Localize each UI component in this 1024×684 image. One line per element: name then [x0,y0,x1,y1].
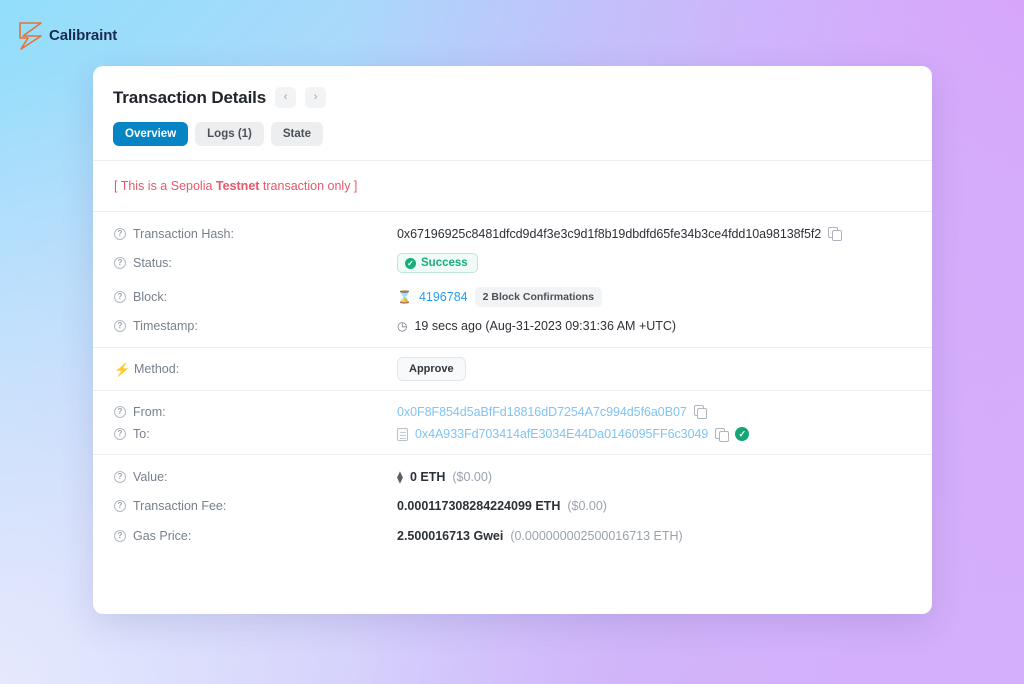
prev-transaction-button[interactable]: ‹ [275,87,296,108]
help-icon[interactable]: ? [114,428,126,440]
label-from: ? From: [114,405,397,419]
testnet-suffix: transaction only ] [259,179,357,193]
timestamp-value: 19 secs ago (Aug-31-2023 09:31:36 AM +UT… [414,319,676,333]
brand-name: Calibraint [49,27,117,44]
testnet-notice: [ This is a Sepolia Testnet transaction … [93,161,932,212]
row-transaction-fee: ? Transaction Fee: 0.000117308284224099 … [93,489,932,523]
copy-icon[interactable] [828,227,841,240]
label-transaction-fee: ? Transaction Fee: [114,499,397,513]
value-timestamp: ◷ 19 secs ago (Aug-31-2023 09:31:36 AM +… [397,319,911,333]
row-to: ? To: 0x4A933Fd703414afE3034E44Da0146095… [93,423,932,455]
label-gas-price: ? Gas Price: [114,529,397,543]
label-text: To: [133,427,150,441]
transaction-fee-fiat: ($0.00) [567,499,607,513]
help-icon[interactable]: ? [114,228,126,240]
label-text: Block: [133,290,167,304]
contract-document-icon [397,428,408,441]
testnet-notice-text: [ This is a Sepolia Testnet transaction … [114,179,357,193]
row-value: ? Value: ⧫ 0 ETH ($0.00) [93,455,932,489]
label-text: Gas Price: [133,529,191,543]
to-address-link[interactable]: 0x4A933Fd703414afE3034E44Da0146095FF6c30… [415,427,708,441]
value-method: Approve [397,357,911,381]
row-method: ⚡ Method: Approve [93,348,932,391]
value-to: 0x4A933Fd703414afE3034E44Da0146095FF6c30… [397,427,911,441]
row-status: ? Status: ✓ Success [93,246,932,280]
help-icon[interactable]: ? [114,530,126,542]
row-timestamp: ? Timestamp: ◷ 19 secs ago (Aug-31-2023 … [93,314,932,348]
testnet-prefix: [ This is a Sepolia [114,179,216,193]
label-text: Status: [133,256,172,270]
help-icon[interactable]: ? [114,406,126,418]
value-amount: ⧫ 0 ETH ($0.00) [397,470,911,484]
row-transaction-hash: ? Transaction Hash: 0x67196925c8481dfcd9… [93,212,932,246]
row-block: ? Block: ⌛ 4196784 2 Block Confirmations [93,280,932,314]
ethereum-icon: ⧫ [397,470,403,484]
gas-price-eth: (0.000000002500016713 ETH) [510,529,682,543]
tab-state[interactable]: State [271,122,323,146]
copy-icon[interactable] [694,405,707,418]
help-icon[interactable]: ? [114,291,126,303]
label-text: Transaction Fee: [133,499,226,513]
label-text: Timestamp: [133,319,198,333]
tab-overview[interactable]: Overview [113,122,188,146]
calibraint-zigzag-logo [16,18,46,52]
label-transaction-hash: ? Transaction Hash: [114,227,397,241]
label-text: Value: [133,470,168,484]
block-number-link[interactable]: 4196784 [419,290,468,304]
check-circle-icon: ✓ [405,258,416,269]
value-fiat: ($0.00) [452,470,492,484]
gas-price-gwei: 2.500016713 Gwei [397,529,503,543]
help-icon[interactable]: ? [114,471,126,483]
hourglass-icon: ⌛ [397,290,412,304]
copy-icon[interactable] [715,428,728,441]
value-transaction-hash: 0x67196925c8481dfcd9d4f3e3c9d1f8b19dbdfd… [397,227,911,241]
from-address-link[interactable]: 0x0F8F854d5aBfFd18816dD7254A7c994d5f6a0B… [397,405,687,419]
status-badge-label: Success [421,257,468,269]
lightning-bolt-icon: ⚡ [114,363,127,376]
value-eth: 0 ETH [410,470,445,484]
label-method: ⚡ Method: [114,362,397,376]
page-title: Transaction Details [113,88,266,108]
label-to: ? To: [114,427,397,441]
help-icon[interactable]: ? [114,320,126,332]
tab-bar: Overview Logs (1) State [93,113,932,161]
row-from: ? From: 0x0F8F854d5aBfFd18816dD7254A7c99… [93,391,932,423]
tab-logs[interactable]: Logs (1) [195,122,264,146]
transaction-hash-value: 0x67196925c8481dfcd9d4f3e3c9d1f8b19dbdfd… [397,227,821,241]
block-confirmations-chip: 2 Block Confirmations [475,287,602,307]
label-status: ? Status: [114,256,397,270]
value-from: 0x0F8F854d5aBfFd18816dD7254A7c994d5f6a0B… [397,405,911,419]
value-transaction-fee: 0.000117308284224099 ETH ($0.00) [397,499,911,513]
label-text: Transaction Hash: [133,227,234,241]
label-value: ? Value: [114,470,397,484]
label-text: From: [133,405,166,419]
label-timestamp: ? Timestamp: [114,319,397,333]
label-text: Method: [134,362,179,376]
method-chip: Approve [397,357,466,381]
help-icon[interactable]: ? [114,257,126,269]
value-status: ✓ Success [397,253,911,273]
brand-logo: Calibraint [16,18,117,52]
detail-rows: ? Transaction Hash: 0x67196925c8481dfcd9… [93,212,932,557]
value-gas-price: 2.500016713 Gwei (0.000000002500016713 E… [397,529,911,543]
row-gas-price: ? Gas Price: 2.500016713 Gwei (0.0000000… [93,523,932,557]
transaction-fee-eth: 0.000117308284224099 ETH [397,499,560,513]
testnet-emphasis: Testnet [216,179,260,193]
transaction-details-card: Transaction Details ‹ › Overview Logs (1… [93,66,932,614]
value-block: ⌛ 4196784 2 Block Confirmations [397,287,911,307]
label-block: ? Block: [114,290,397,304]
next-transaction-button[interactable]: › [305,87,326,108]
verified-check-icon: ✓ [735,427,749,441]
help-icon[interactable]: ? [114,500,126,512]
status-badge: ✓ Success [397,253,478,273]
card-header: Transaction Details ‹ › [93,66,932,113]
clock-icon: ◷ [397,319,407,333]
